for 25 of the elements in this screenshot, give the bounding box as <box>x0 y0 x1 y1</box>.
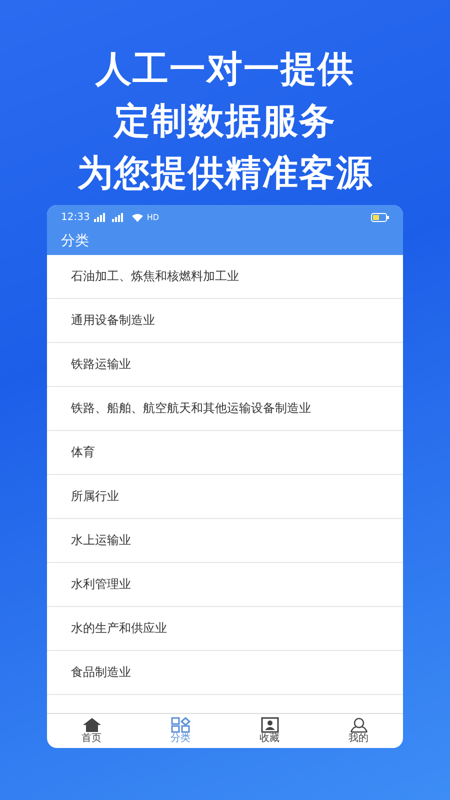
person-icon <box>348 717 368 733</box>
headline: 为您提供精准客源 <box>77 152 373 196</box>
contact-card-icon <box>260 717 280 733</box>
category-item[interactable]: 体育 <box>47 431 403 475</box>
app-bar-title: 分类 <box>47 230 403 255</box>
category-item[interactable]: 所属行业 <box>47 475 403 519</box>
tab[interactable]: 收藏 <box>225 714 314 748</box>
category-item[interactable]: 水利管理业 <box>47 563 403 607</box>
category-item[interactable]: 食品制造业 <box>47 651 403 695</box>
battery-icon <box>371 213 389 222</box>
category-item[interactable]: 水的生产和供应业 <box>47 607 403 651</box>
category-item[interactable]: 石油加工、炼焦和核燃料加工业 <box>47 255 403 299</box>
tab[interactable]: 我的 <box>314 714 403 748</box>
category-item[interactable]: 铁路、船舶、航空航天和其他运输设备制造业 <box>47 387 403 431</box>
status-time: 12:33 <box>61 212 90 223</box>
network-label: HD <box>146 213 160 222</box>
grid-icon <box>170 717 190 733</box>
wifi-icon <box>132 213 143 222</box>
headline: 人工一对一提供 <box>96 48 354 92</box>
tab[interactable]: 首页 <box>47 714 136 748</box>
category-item[interactable]: 水上运输业 <box>47 519 403 563</box>
category-item[interactable]: 通用设备制造业 <box>47 299 403 343</box>
home-icon <box>82 717 102 733</box>
headline: 定制数据服务 <box>114 100 336 144</box>
category-item[interactable]: 铁路运输业 <box>47 343 403 387</box>
